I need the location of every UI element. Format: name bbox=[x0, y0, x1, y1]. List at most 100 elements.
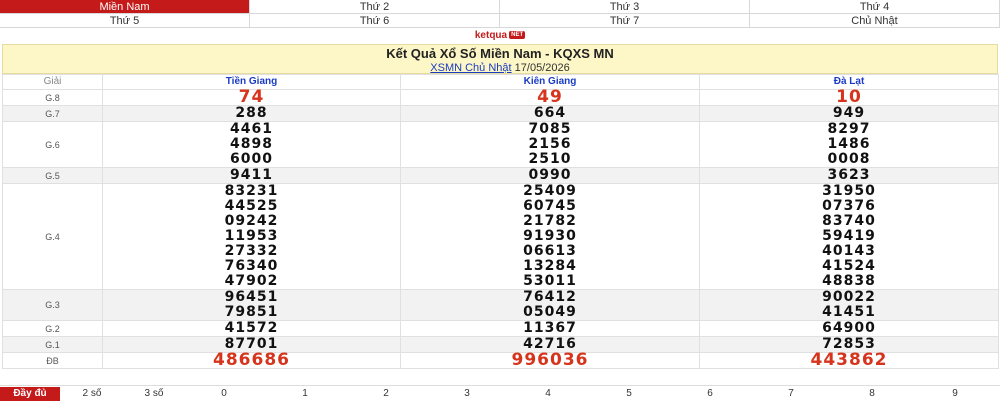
prize-number: 4898 bbox=[230, 136, 273, 152]
prize-cell: 64900 bbox=[699, 320, 999, 337]
prize-cell: 74 bbox=[102, 87, 401, 107]
prize-number: 40143 bbox=[822, 243, 876, 259]
prize-number: 21782 bbox=[523, 213, 577, 229]
brand-logo: ketqua NET bbox=[0, 29, 1000, 43]
prize-cell: 49 bbox=[400, 87, 700, 107]
display-filter-button[interactable]: 1 bbox=[267, 387, 343, 401]
prize-number: 6000 bbox=[230, 151, 273, 167]
prize-cell: 7085 2156 2510 bbox=[400, 121, 700, 168]
tab-item[interactable]: Thứ 3 bbox=[500, 0, 750, 14]
prize-cell: 996036 bbox=[400, 350, 700, 370]
prize-number: 10 bbox=[836, 87, 862, 107]
prize-cell: 11367 bbox=[400, 320, 700, 337]
display-filter-button[interactable]: 3 bbox=[429, 387, 505, 401]
prize-number: 74 bbox=[238, 87, 265, 107]
prize-row: ĐB 486686 996036 443862 bbox=[2, 350, 999, 370]
prize-number: 8297 bbox=[827, 121, 871, 137]
tab-item[interactable]: Thứ 6 bbox=[250, 14, 500, 28]
prize-number: 25409 bbox=[523, 183, 577, 199]
prize-label: G.3 bbox=[2, 289, 103, 321]
prize-cell: 90022 41451 bbox=[699, 289, 999, 321]
prize-number: 996036 bbox=[511, 350, 589, 370]
prize-row: G.5 9411 0990 3623 bbox=[2, 167, 999, 184]
prize-number: 83740 bbox=[822, 213, 876, 229]
prize-number: 0990 bbox=[528, 167, 572, 183]
prize-cell: 25409 60745 21782 91930 06613 13284 53011 bbox=[400, 183, 700, 290]
prize-row: G.4 83231 44525 09242 11953 27332 76340 47902 25… bbox=[2, 183, 999, 290]
display-filter-button[interactable]: 2 bbox=[348, 387, 424, 401]
prize-number: 4461 bbox=[230, 121, 273, 137]
prize-number: 9411 bbox=[230, 167, 273, 183]
prize-row: G.7 288 664 949 bbox=[2, 105, 999, 122]
prize-label: G.5 bbox=[2, 167, 103, 184]
brand-badge: NET bbox=[509, 31, 526, 40]
prize-number: 664 bbox=[533, 105, 567, 121]
brand-name: ketqua bbox=[474, 30, 508, 41]
prize-number: 79851 bbox=[224, 304, 279, 320]
tab-item[interactable]: Miền Nam bbox=[0, 0, 250, 14]
tab-item[interactable]: Thứ 4 bbox=[750, 0, 1000, 14]
prize-number: 13284 bbox=[523, 258, 577, 274]
results-table: Giải Tiền Giang Kiên Giang Đà Lạt G.8 74 4… bbox=[2, 74, 999, 369]
prize-number: 41451 bbox=[822, 304, 876, 320]
prize-number: 41524 bbox=[822, 258, 876, 274]
prize-number: 486686 bbox=[213, 350, 290, 370]
display-full-button[interactable]: Đầy đủ bbox=[0, 387, 60, 401]
prize-number: 31950 bbox=[822, 183, 876, 199]
prize-label: G.6 bbox=[2, 121, 103, 168]
display-filter-button[interactable]: 0 bbox=[186, 387, 262, 401]
prize-number: 48838 bbox=[822, 273, 876, 289]
page-title: Kết Quả Xổ Số Miền Nam - KQXS MN bbox=[386, 46, 614, 61]
prize-cell: 8297 1486 0008 bbox=[699, 121, 999, 168]
prize-cell: 486686 bbox=[102, 350, 401, 370]
prize-number: 288 bbox=[235, 105, 268, 121]
prize-number: 05049 bbox=[523, 304, 577, 320]
region-day-tabs: Miền Nam Thứ 2 Thứ 3 Thứ 4 Thứ 5 Thứ 6 Thứ 7 Ch… bbox=[0, 0, 1000, 28]
prize-cell: 949 bbox=[699, 105, 999, 122]
prize-row: G.6 4461 4898 6000 7085 2156 2510 8297 1486 0008 bbox=[2, 121, 999, 168]
prize-number: 49 bbox=[537, 87, 563, 107]
prize-cell: 10 bbox=[699, 87, 999, 107]
prize-number: 83231 bbox=[224, 183, 279, 199]
prize-number: 59419 bbox=[822, 228, 876, 244]
prize-cell: 0990 bbox=[400, 167, 700, 184]
results-subtitle: XSMN Chủ Nhật 17/05/2026 bbox=[3, 62, 997, 74]
prize-cell: 288 bbox=[102, 105, 401, 122]
prize-label: G.1 bbox=[2, 336, 103, 353]
display-filter-button[interactable]: 8 bbox=[834, 387, 910, 401]
tab-item[interactable]: Chủ Nhật bbox=[750, 14, 1000, 28]
prize-row: G.8 74 49 10 bbox=[2, 87, 999, 107]
display-filter-button[interactable]: 3 số bbox=[124, 387, 184, 401]
prize-row: G.3 96451 79851 76412 05049 90022 41451 bbox=[2, 289, 999, 321]
display-filter-button[interactable]: 4 bbox=[510, 387, 586, 401]
prize-number: 64900 bbox=[822, 320, 876, 336]
display-filter-button[interactable]: 6 bbox=[672, 387, 748, 401]
prize-number: 76340 bbox=[224, 258, 279, 274]
tab-item[interactable]: Thứ 5 bbox=[0, 14, 250, 28]
tab-item[interactable]: Thứ 7 bbox=[500, 14, 750, 28]
display-filter-button[interactable]: 2 số bbox=[62, 387, 122, 401]
prize-cell: 41572 bbox=[102, 320, 401, 337]
prize-number: 90022 bbox=[822, 289, 876, 305]
display-filter-button[interactable]: 9 bbox=[915, 387, 995, 401]
display-mode-bar: Đầy đủ 2 số 3 số 0 1 2 3 4 5 6 7 8 9 bbox=[0, 385, 1000, 401]
prize-cell: 9411 bbox=[102, 167, 401, 184]
prize-number: 1486 bbox=[827, 136, 871, 152]
display-filter-button[interactable]: 5 bbox=[591, 387, 667, 401]
tab-item[interactable]: Thứ 2 bbox=[250, 0, 500, 14]
prize-number: 06613 bbox=[523, 243, 577, 259]
prize-cell: 83231 44525 09242 11953 27332 76340 47902 bbox=[102, 183, 401, 290]
prize-number: 443862 bbox=[810, 350, 888, 370]
prize-number: 60745 bbox=[523, 198, 577, 214]
display-filter-button[interactable]: 7 bbox=[753, 387, 829, 401]
prize-number: 91930 bbox=[523, 228, 577, 244]
prize-number: 07376 bbox=[822, 198, 876, 214]
prize-number: 7085 bbox=[528, 121, 572, 137]
prize-number: 11953 bbox=[224, 228, 279, 244]
prize-number: 09242 bbox=[224, 213, 279, 229]
prize-column-header: Giải bbox=[2, 74, 103, 90]
xsmn-day-link[interactable]: XSMN Chủ Nhật bbox=[430, 62, 511, 74]
prize-cell: 31950 07376 83740 59419 40143 41524 48838 bbox=[699, 183, 999, 290]
prize-cell: 443862 bbox=[699, 350, 999, 370]
prize-label: G.4 bbox=[2, 183, 103, 290]
